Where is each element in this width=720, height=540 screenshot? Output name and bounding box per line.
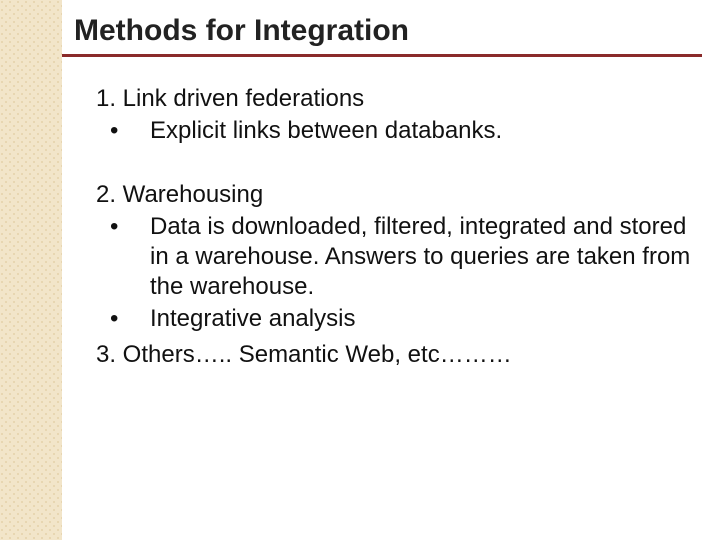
slide-body: 1. Link driven federations •Explicit lin… — [96, 78, 710, 370]
item-2: 2. Warehousing — [96, 180, 710, 210]
item-3: 3. Others….. Semantic Web, etc……… — [96, 340, 710, 370]
item-1-bullet-1-text: Explicit links between databanks. — [150, 117, 502, 144]
item-1-bullet-1: •Explicit links between databanks. — [130, 116, 710, 146]
bullet-icon: • — [130, 116, 150, 146]
item-2-bullet-2-text: Integrative analysis — [150, 305, 355, 332]
item-1: 1. Link driven federations — [96, 84, 710, 114]
item-2-bullet-2: •Integrative analysis — [130, 304, 710, 334]
left-decorative-band — [0, 0, 62, 540]
item-2-bullet-1: •Data is downloaded, filtered, integrate… — [130, 212, 710, 302]
title-underline — [62, 54, 702, 57]
slide: Methods for Integration 1. Link driven f… — [0, 0, 720, 540]
bullet-icon: • — [130, 304, 150, 334]
item-2-bullet-1-text: Data is downloaded, filtered, integrated… — [150, 213, 690, 300]
slide-title: Methods for Integration — [74, 14, 409, 48]
spacer — [96, 146, 710, 174]
bullet-icon: • — [130, 212, 150, 242]
